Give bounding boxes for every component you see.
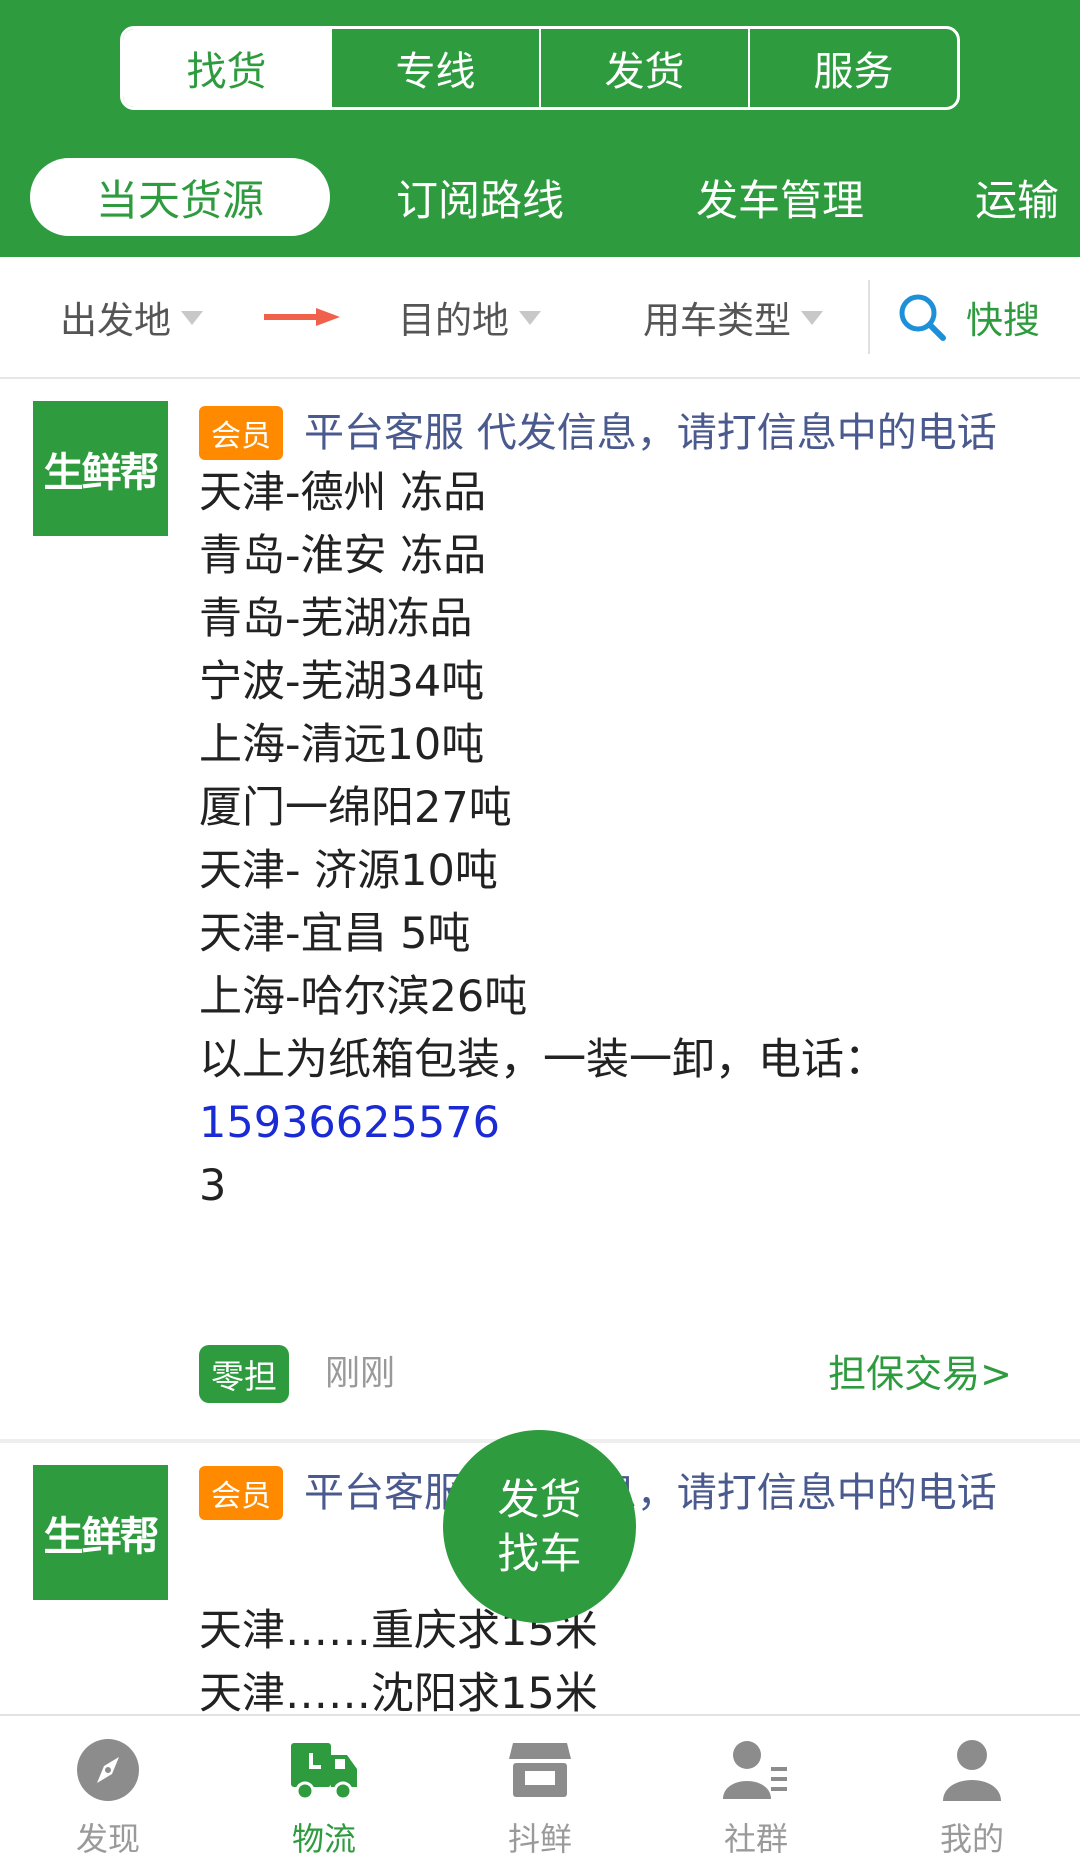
nav-label: 物流 — [291, 1820, 356, 1858]
arrow-right-icon — [264, 308, 340, 326]
route-line: 上海-哈尔滨26吨 — [199, 972, 528, 1022]
quick-search-button[interactable]: 快搜 — [896, 257, 1040, 377]
tab-departure-management[interactable]: 发车管理 — [630, 158, 930, 236]
vehicle-type-label: 用车类型 — [643, 299, 791, 342]
caret-down-icon — [519, 311, 541, 325]
route-line: 青岛-淮安 冻品 — [199, 531, 487, 581]
contacts-icon — [720, 1734, 792, 1806]
caret-down-icon — [801, 311, 823, 325]
company-logo: 生鲜帮 — [33, 1465, 168, 1600]
vehicle-type-dropdown[interactable]: 用车类型 — [643, 257, 823, 377]
route-line: 天津-德州 冻品 — [199, 468, 487, 518]
compass-icon — [72, 1734, 144, 1806]
member-badge: 会员 — [199, 406, 283, 460]
fab-label-line1: 发货 — [497, 1474, 582, 1524]
nav-me[interactable]: 我的 — [864, 1716, 1080, 1865]
route-line: 天津- 济源10吨 — [199, 846, 498, 896]
user-icon — [936, 1734, 1008, 1806]
sub-tab-bar: 当天货源 订阅路线 发车管理 运输 — [0, 158, 1080, 236]
guarantee-trade-link[interactable]: 担保交易> — [828, 1345, 1012, 1403]
route-line: 天津……重庆求15米 — [199, 1606, 598, 1656]
destination-label: 目的地 — [398, 299, 509, 342]
ship-find-truck-button[interactable]: 发货 找车 — [443, 1430, 636, 1623]
destination-dropdown[interactable]: 目的地 — [398, 257, 541, 377]
nav-label: 抖鲜 — [507, 1820, 572, 1858]
tab-today-goods[interactable]: 当天货源 — [30, 158, 330, 236]
nav-label: 发现 — [75, 1820, 140, 1858]
tab-subscribe-routes[interactable]: 订阅路线 — [330, 158, 630, 236]
card-title: 平台客服 代发信息，请打信息中的电话 — [304, 1470, 997, 1516]
nav-community[interactable]: 社群 — [648, 1716, 864, 1865]
card-content: 天津-德州 冻品 青岛-淮安 冻品 青岛-芜湖冻品 宁波-芜湖34吨 上海-清远… — [199, 462, 1039, 1218]
route-line: 青岛-芜湖冻品 — [199, 594, 473, 644]
nav-douxian[interactable]: 抖鲜 — [432, 1716, 648, 1865]
route-line: 厦门一绵阳27吨 — [199, 783, 512, 833]
card-content: 天津……重庆求15米 天津……沈阳求15米 — [199, 1600, 1039, 1714]
phone-link[interactable]: 15936625576 — [199, 1092, 1039, 1155]
nav-label: 社群 — [723, 1820, 788, 1858]
segment-find-goods[interactable]: 找货 — [123, 29, 330, 107]
route-line: 以上为纸箱包装，一装一卸，电话： — [199, 1035, 887, 1085]
nav-logistics[interactable]: 物流 — [216, 1716, 432, 1865]
store-icon — [504, 1734, 576, 1806]
company-logo: 生鲜帮 — [33, 401, 168, 536]
route-line: 上海-清远10吨 — [199, 720, 485, 770]
member-badge: 会员 — [199, 1466, 283, 1520]
list-item[interactable]: 生鲜帮 会员 平台客服 代发信息，请打信息中的电话 天津-德州 冻品 青岛-淮安… — [0, 379, 1080, 1439]
bottom-nav: 发现 物流 抖鲜 社群 我的 — [0, 1714, 1080, 1865]
search-icon — [899, 294, 946, 341]
route-line: 天津……沈阳求15米 — [199, 1669, 598, 1714]
route-line: 天津-宜昌 5吨 — [199, 909, 471, 959]
filter-divider — [868, 280, 870, 354]
quick-search-label: 快搜 — [966, 299, 1040, 342]
segment-ship-goods[interactable]: 发货 — [539, 29, 748, 107]
post-time: 刚刚 — [325, 1354, 396, 1394]
origin-dropdown[interactable]: 出发地 — [60, 257, 203, 377]
nav-discover[interactable]: 发现 — [0, 1716, 216, 1865]
origin-label: 出发地 — [60, 299, 171, 342]
tab-transport[interactable]: 运输 — [975, 158, 1080, 236]
truck-icon — [288, 1734, 360, 1806]
caret-down-icon — [181, 311, 203, 325]
nav-label: 我的 — [939, 1820, 1004, 1858]
top-header: 找货 专线 发货 服务 当天货源 订阅路线 发车管理 运输 — [0, 0, 1080, 257]
route-line: 3 — [199, 1161, 227, 1211]
route-line: 宁波-芜湖34吨 — [199, 657, 485, 707]
segment-dedicated-line[interactable]: 专线 — [330, 29, 539, 107]
less-than-truckload-tag: 零担 — [199, 1345, 289, 1403]
card-title: 平台客服 代发信息，请打信息中的电话 — [304, 410, 997, 456]
fab-label-line2: 找车 — [497, 1528, 582, 1578]
main-segment-control: 找货 专线 发货 服务 — [120, 26, 960, 110]
segment-services[interactable]: 服务 — [748, 29, 957, 107]
